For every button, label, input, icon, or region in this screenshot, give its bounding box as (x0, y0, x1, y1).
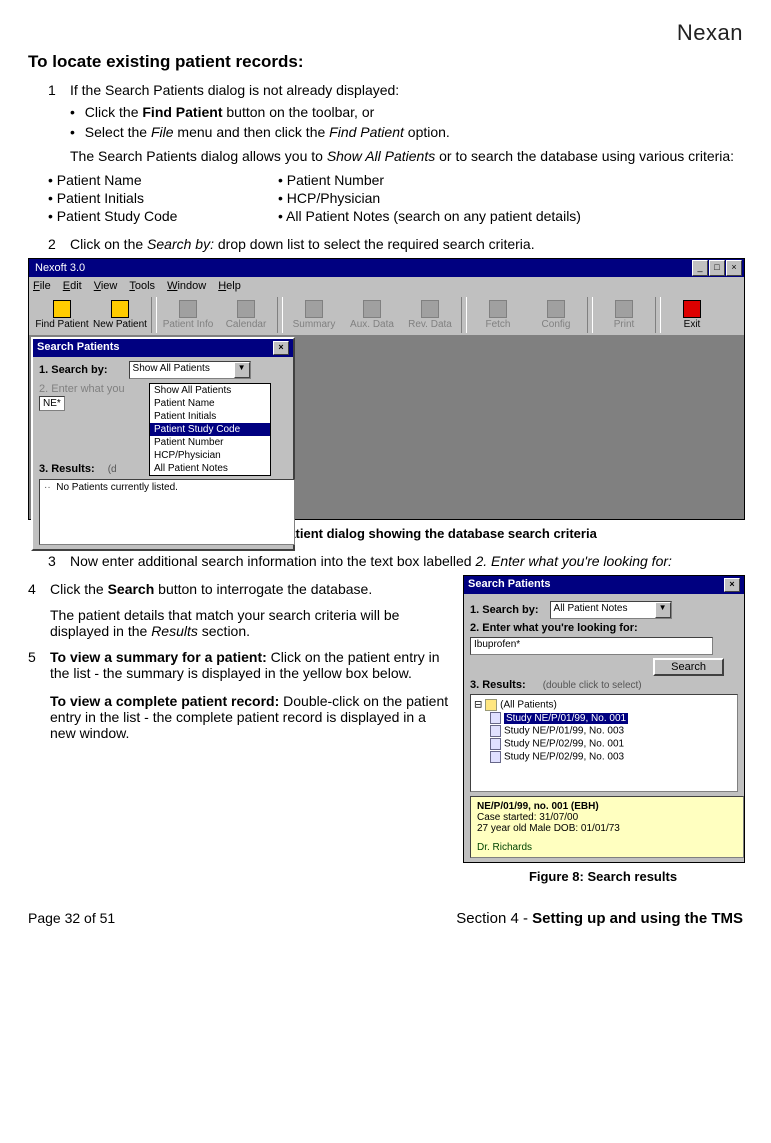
page-footer: Page 32 of 51 Section 4 - Setting up and… (28, 910, 743, 927)
step-text: To view a summary for a patient: Click o… (50, 649, 449, 741)
step-text: If the Search Patients dialog is not alr… (70, 82, 743, 98)
file-icon (490, 725, 501, 737)
rev-data-button: Rev. Data (401, 300, 459, 330)
calendar-button: Calendar (217, 300, 275, 330)
search-patients-panel: Search Patients × 1. Search by: Show All… (31, 337, 295, 551)
maximize-icon[interactable]: □ (709, 260, 725, 276)
dropdown-option[interactable]: Patient Name (150, 397, 270, 410)
menu-edit[interactable]: Edit (63, 280, 82, 292)
window-titlebar[interactable]: Nexoft 3.0 _ □ × (29, 259, 744, 277)
step-text: Click on the Search by: drop down list t… (70, 236, 743, 252)
summary-button: Summary (285, 300, 343, 330)
section-label: Section 4 - Setting up and using the TMS (456, 910, 743, 927)
panel-titlebar[interactable]: Search Patients × (33, 339, 293, 357)
results-label: 3. Results: (470, 679, 526, 691)
chevron-down-icon[interactable]: ▼ (234, 362, 250, 378)
close-icon[interactable]: × (724, 578, 740, 592)
dropdown-option[interactable]: HCP/Physician (150, 449, 270, 462)
results-list[interactable]: ·· No Patients currently listed. (39, 479, 295, 545)
step-text: Click the Search button to interrogate t… (50, 581, 449, 639)
menu-view[interactable]: View (94, 280, 118, 292)
substep: • Select the File menu and then click th… (70, 124, 743, 140)
brand-logo: Nexan (28, 20, 743, 46)
results-hint: (double click to select) (543, 680, 642, 691)
window-title: Nexoft 3.0 (31, 262, 691, 274)
dropdown-option-selected[interactable]: Patient Study Code (150, 423, 270, 436)
step-number: 2 (48, 236, 70, 252)
menu-help[interactable]: Help (218, 280, 241, 292)
menu-window[interactable]: Window (167, 280, 206, 292)
search-by-dropdown-list[interactable]: Show All Patients Patient Name Patient I… (149, 383, 271, 476)
find-patient-button[interactable]: Find Patient (33, 300, 91, 330)
results-tree[interactable]: ⊟ (All Patients) Study NE/P/01/99, No. 0… (470, 694, 738, 792)
tree-item[interactable]: Study NE/P/02/99, No. 001 (490, 738, 734, 750)
search-by-dropdown[interactable]: Show All Patients ▼ (129, 361, 251, 379)
aux-data-button: Aux. Data (343, 300, 401, 330)
tree-item[interactable]: Study NE/P/01/99, No. 003 (490, 725, 734, 737)
folder-icon (485, 699, 497, 711)
results-hint: (d (108, 464, 117, 475)
paragraph: The Search Patients dialog allows you to… (70, 148, 743, 164)
chevron-down-icon[interactable]: ▼ (655, 602, 671, 618)
search-by-label: 1. Search by: (470, 604, 538, 616)
dropdown-option[interactable]: All Patient Notes (150, 462, 270, 475)
panel-titlebar[interactable]: Search Patients × (464, 576, 744, 594)
dropdown-option[interactable]: Show All Patients (150, 384, 270, 397)
toolbar: Find Patient New Patient Patient Info Ca… (29, 295, 744, 336)
menu-file[interactable]: File (33, 280, 51, 292)
dropdown-option[interactable]: Patient Number (150, 436, 270, 449)
config-button: Config (527, 300, 585, 330)
patient-info-button: Patient Info (159, 300, 217, 330)
search-button[interactable]: Search (653, 658, 724, 676)
fetch-button: Fetch (469, 300, 527, 330)
new-patient-button[interactable]: New Patient (91, 300, 149, 330)
figure-7-screenshot: Nexoft 3.0 _ □ × File Edit View Tools Wi… (28, 258, 745, 520)
dropdown-option[interactable]: Patient Initials (150, 410, 270, 423)
summary-header: NE/P/01/99, no. 001 (EBH) (477, 801, 737, 812)
search-by-dropdown[interactable]: All Patient Notes ▼ (550, 601, 672, 619)
close-icon[interactable]: × (273, 341, 289, 355)
results-label: 3. Results: (39, 463, 95, 475)
print-button: Print (595, 300, 653, 330)
step-text: Now enter additional search information … (70, 553, 743, 569)
menu-bar[interactable]: File Edit View Tools Window Help (29, 277, 744, 295)
enter-label: 2. Enter what you (39, 383, 125, 395)
minimize-icon[interactable]: _ (692, 260, 708, 276)
step-number: 1 (48, 82, 70, 98)
tree-item[interactable]: Study NE/P/02/99, No. 003 (490, 751, 734, 763)
summary-box: NE/P/01/99, no. 001 (EBH) Case started: … (470, 796, 744, 858)
step-number: 5 (28, 649, 50, 741)
substep: • Click the Find Patient button on the t… (70, 104, 743, 120)
page-number: Page 32 of 51 (28, 910, 115, 926)
exit-button[interactable]: Exit (663, 300, 721, 330)
section-heading: To locate existing patient records: (28, 52, 743, 72)
figure-caption: Figure 8: Search results (463, 869, 743, 884)
search-by-label: 1. Search by: (39, 364, 107, 376)
step-number: 3 (48, 553, 70, 569)
search-input[interactable]: Ibuprofen* (470, 637, 713, 655)
tree-item[interactable]: Study NE/P/01/99, No. 001 (490, 712, 734, 724)
criteria-list: • Patient Name • Patient Initials • Pati… (48, 170, 743, 226)
search-input[interactable]: NE* (39, 396, 65, 411)
file-icon (490, 712, 501, 724)
file-icon (490, 738, 501, 750)
enter-label: 2. Enter what you're looking for: (470, 622, 638, 634)
step-number: 4 (28, 581, 50, 639)
figure-8-screenshot: Search Patients × 1. Search by: All Pati… (463, 575, 745, 863)
file-icon (490, 751, 501, 763)
close-icon[interactable]: × (726, 260, 742, 276)
menu-tools[interactable]: Tools (129, 280, 155, 292)
